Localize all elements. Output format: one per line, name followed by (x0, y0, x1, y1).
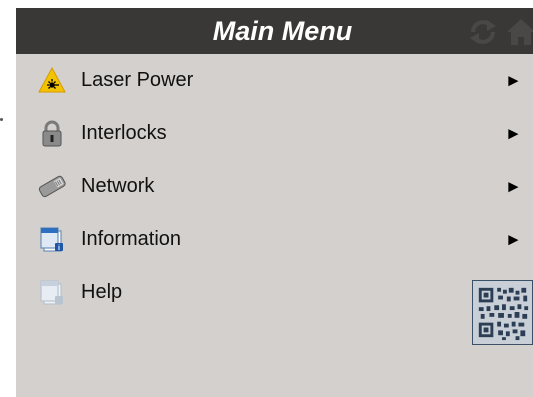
menu-item-label: Network (81, 175, 155, 197)
network-cable-icon (38, 175, 66, 198)
stray-dot (0, 118, 3, 121)
main-menu-list: Laser Power ► Interlocks ► Network ► i I… (16, 54, 533, 319)
menu-item-information[interactable]: i Information ► (16, 213, 533, 266)
submenu-arrow-icon: ► (505, 177, 522, 196)
menu-item-label: Laser Power (81, 69, 194, 91)
submenu-arrow-icon: ► (505, 71, 522, 90)
menu-item-label: Interlocks (81, 122, 167, 144)
page-title: Main Menu (212, 16, 353, 46)
device-screen: Main Menu Laser Power ► Interlocks ► Net… (16, 8, 533, 397)
help-document-icon (40, 280, 63, 305)
information-document-icon: i (40, 227, 63, 252)
menu-item-help[interactable]: Help (16, 266, 533, 319)
submenu-arrow-icon: ► (505, 230, 522, 249)
menu-item-network[interactable]: Network ► (16, 160, 533, 213)
qr-code-icon[interactable] (472, 280, 533, 345)
menu-item-interlocks[interactable]: Interlocks ► (16, 107, 533, 160)
svg-text:i: i (58, 245, 60, 252)
laser-warning-icon (38, 66, 66, 93)
submenu-arrow-icon: ► (505, 124, 522, 143)
menu-item-label: Information (81, 228, 182, 250)
menu-item-laser-power[interactable]: Laser Power ► (16, 54, 533, 107)
menu-item-label: Help (81, 281, 123, 303)
padlock-icon (42, 120, 62, 147)
